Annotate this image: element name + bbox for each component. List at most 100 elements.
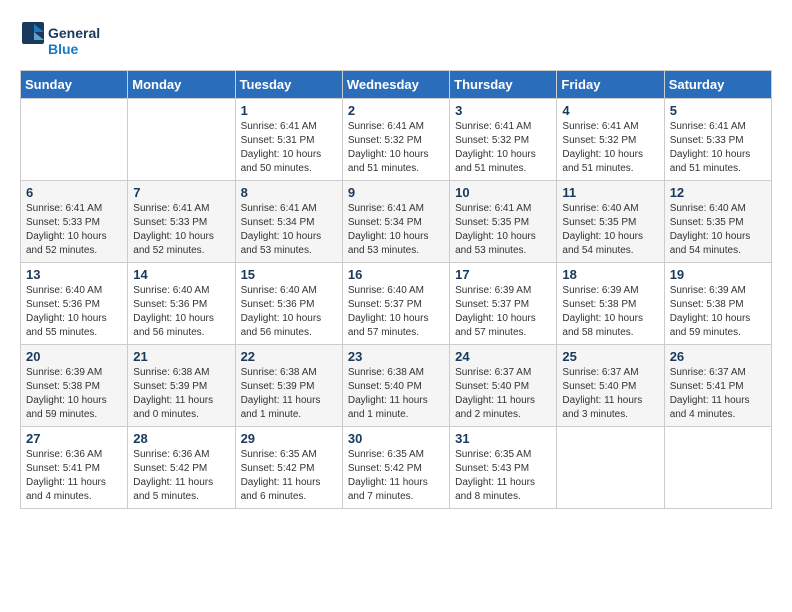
calendar-cell: 30 Sunrise: 6:35 AM Sunset: 5:42 PM Dayli…	[342, 427, 449, 509]
day-number: 10	[455, 185, 551, 200]
day-info: Sunrise: 6:36 AM Sunset: 5:41 PM Dayligh…	[26, 448, 122, 504]
calendar-cell: 3Sunrise: 6:41 AM Sunset: 5:32 PM Daylig…	[450, 99, 557, 181]
day-number: 29	[241, 431, 337, 446]
calendar-cell: 14 Sunrise: 6:40 AM Sunset: 5:36 PM Dayli…	[128, 263, 235, 345]
calendar-cell	[664, 427, 771, 509]
calendar-table: SundayMondayTuesdayWednesdayThursdayFrid…	[20, 70, 772, 509]
day-number: 28	[133, 431, 229, 446]
day-info: Sunrise: 6:35 AM Sunset: 5:43 PM Dayligh…	[455, 448, 551, 504]
day-info: Sunrise: 6:35 AM Sunset: 5:42 PM Dayligh…	[241, 448, 337, 504]
day-number: 7	[133, 185, 229, 200]
calendar-cell: 18 Sunrise: 6:39 AM Sunset: 5:38 PM Dayli…	[557, 263, 664, 345]
day-info: Sunrise: 6:40 AM Sunset: 5:36 PM Dayligh…	[133, 284, 229, 340]
day-info: Sunrise: 6:41 AM Sunset: 5:33 PM Dayligh…	[670, 120, 766, 176]
day-info: Sunrise: 6:35 AM Sunset: 5:42 PM Dayligh…	[348, 448, 444, 504]
day-info: Sunrise: 6:40 AM Sunset: 5:36 PM Dayligh…	[241, 284, 337, 340]
weekday-header-monday: Monday	[128, 71, 235, 99]
calendar-week-row: 20 Sunrise: 6:39 AM Sunset: 5:38 PM Dayli…	[21, 345, 772, 427]
day-number: 6	[26, 185, 122, 200]
calendar-cell: 20 Sunrise: 6:39 AM Sunset: 5:38 PM Dayli…	[21, 345, 128, 427]
logo: General Blue	[20, 20, 110, 60]
calendar-cell	[21, 99, 128, 181]
day-number: 22	[241, 349, 337, 364]
calendar-cell: 26 Sunrise: 6:37 AM Sunset: 5:41 PM Dayli…	[664, 345, 771, 427]
weekday-header-thursday: Thursday	[450, 71, 557, 99]
day-number: 12	[670, 185, 766, 200]
day-info: Sunrise: 6:37 AM Sunset: 5:40 PM Dayligh…	[455, 366, 551, 422]
calendar-week-row: 27 Sunrise: 6:36 AM Sunset: 5:41 PM Dayli…	[21, 427, 772, 509]
day-info: Sunrise: 6:41 AM Sunset: 5:32 PM Dayligh…	[348, 120, 444, 176]
calendar-cell: 24 Sunrise: 6:37 AM Sunset: 5:40 PM Dayli…	[450, 345, 557, 427]
day-info: Sunrise: 6:41 AM Sunset: 5:31 PM Dayligh…	[241, 120, 337, 176]
calendar-cell: 29 Sunrise: 6:35 AM Sunset: 5:42 PM Dayli…	[235, 427, 342, 509]
day-info: Sunrise: 6:40 AM Sunset: 5:35 PM Dayligh…	[670, 202, 766, 258]
weekday-header-saturday: Saturday	[664, 71, 771, 99]
day-number: 25	[562, 349, 658, 364]
calendar-week-row: 13 Sunrise: 6:40 AM Sunset: 5:36 PM Dayli…	[21, 263, 772, 345]
calendar-cell: 23Sunrise: 6:38 AM Sunset: 5:40 PM Dayli…	[342, 345, 449, 427]
day-number: 3	[455, 103, 551, 118]
day-number: 11	[562, 185, 658, 200]
day-number: 27	[26, 431, 122, 446]
calendar-cell: 2 Sunrise: 6:41 AM Sunset: 5:32 PM Daylig…	[342, 99, 449, 181]
calendar-cell: 13 Sunrise: 6:40 AM Sunset: 5:36 PM Dayli…	[21, 263, 128, 345]
calendar-cell: 9 Sunrise: 6:41 AM Sunset: 5:34 PM Daylig…	[342, 181, 449, 263]
calendar-cell: 21Sunrise: 6:38 AM Sunset: 5:39 PM Dayli…	[128, 345, 235, 427]
day-info: Sunrise: 6:39 AM Sunset: 5:38 PM Dayligh…	[26, 366, 122, 422]
calendar-cell: 8 Sunrise: 6:41 AM Sunset: 5:34 PM Daylig…	[235, 181, 342, 263]
day-info: Sunrise: 6:41 AM Sunset: 5:34 PM Dayligh…	[348, 202, 444, 258]
calendar-cell: 11 Sunrise: 6:40 AM Sunset: 5:35 PM Dayli…	[557, 181, 664, 263]
calendar-cell	[557, 427, 664, 509]
day-number: 24	[455, 349, 551, 364]
calendar-cell: 27 Sunrise: 6:36 AM Sunset: 5:41 PM Dayli…	[21, 427, 128, 509]
calendar-cell: 28Sunrise: 6:36 AM Sunset: 5:42 PM Dayli…	[128, 427, 235, 509]
day-number: 1	[241, 103, 337, 118]
day-info: Sunrise: 6:39 AM Sunset: 5:38 PM Dayligh…	[670, 284, 766, 340]
day-info: Sunrise: 6:41 AM Sunset: 5:32 PM Dayligh…	[562, 120, 658, 176]
calendar-week-row: 1 Sunrise: 6:41 AM Sunset: 5:31 PM Daylig…	[21, 99, 772, 181]
day-number: 26	[670, 349, 766, 364]
day-info: Sunrise: 6:40 AM Sunset: 5:37 PM Dayligh…	[348, 284, 444, 340]
day-number: 9	[348, 185, 444, 200]
day-number: 31	[455, 431, 551, 446]
calendar-cell	[128, 99, 235, 181]
logo-svg: General Blue	[20, 20, 110, 60]
day-info: Sunrise: 6:38 AM Sunset: 5:39 PM Dayligh…	[241, 366, 337, 422]
day-info: Sunrise: 6:40 AM Sunset: 5:35 PM Dayligh…	[562, 202, 658, 258]
calendar-cell: 10 Sunrise: 6:41 AM Sunset: 5:35 PM Dayli…	[450, 181, 557, 263]
day-number: 23	[348, 349, 444, 364]
calendar-cell: 16 Sunrise: 6:40 AM Sunset: 5:37 PM Dayli…	[342, 263, 449, 345]
calendar-week-row: 6Sunrise: 6:41 AM Sunset: 5:33 PM Daylig…	[21, 181, 772, 263]
day-number: 16	[348, 267, 444, 282]
calendar-cell: 12 Sunrise: 6:40 AM Sunset: 5:35 PM Dayli…	[664, 181, 771, 263]
day-number: 18	[562, 267, 658, 282]
day-number: 5	[670, 103, 766, 118]
weekday-header-tuesday: Tuesday	[235, 71, 342, 99]
day-number: 15	[241, 267, 337, 282]
day-info: Sunrise: 6:41 AM Sunset: 5:35 PM Dayligh…	[455, 202, 551, 258]
day-info: Sunrise: 6:37 AM Sunset: 5:41 PM Dayligh…	[670, 366, 766, 422]
day-number: 2	[348, 103, 444, 118]
day-number: 13	[26, 267, 122, 282]
calendar-cell: 19Sunrise: 6:39 AM Sunset: 5:38 PM Dayli…	[664, 263, 771, 345]
calendar-cell: 31 Sunrise: 6:35 AM Sunset: 5:43 PM Dayli…	[450, 427, 557, 509]
day-info: Sunrise: 6:39 AM Sunset: 5:38 PM Dayligh…	[562, 284, 658, 340]
calendar-cell: 17 Sunrise: 6:39 AM Sunset: 5:37 PM Dayli…	[450, 263, 557, 345]
day-info: Sunrise: 6:38 AM Sunset: 5:39 PM Dayligh…	[133, 366, 229, 422]
day-number: 8	[241, 185, 337, 200]
day-info: Sunrise: 6:41 AM Sunset: 5:34 PM Dayligh…	[241, 202, 337, 258]
weekday-header-friday: Friday	[557, 71, 664, 99]
day-number: 17	[455, 267, 551, 282]
day-number: 30	[348, 431, 444, 446]
svg-text:General: General	[48, 25, 100, 41]
day-info: Sunrise: 6:39 AM Sunset: 5:37 PM Dayligh…	[455, 284, 551, 340]
weekday-header-row: SundayMondayTuesdayWednesdayThursdayFrid…	[21, 71, 772, 99]
calendar-cell: 5 Sunrise: 6:41 AM Sunset: 5:33 PM Daylig…	[664, 99, 771, 181]
day-number: 20	[26, 349, 122, 364]
day-number: 4	[562, 103, 658, 118]
day-number: 14	[133, 267, 229, 282]
day-info: Sunrise: 6:37 AM Sunset: 5:40 PM Dayligh…	[562, 366, 658, 422]
calendar-cell: 6Sunrise: 6:41 AM Sunset: 5:33 PM Daylig…	[21, 181, 128, 263]
svg-text:Blue: Blue	[48, 41, 79, 57]
day-info: Sunrise: 6:40 AM Sunset: 5:36 PM Dayligh…	[26, 284, 122, 340]
